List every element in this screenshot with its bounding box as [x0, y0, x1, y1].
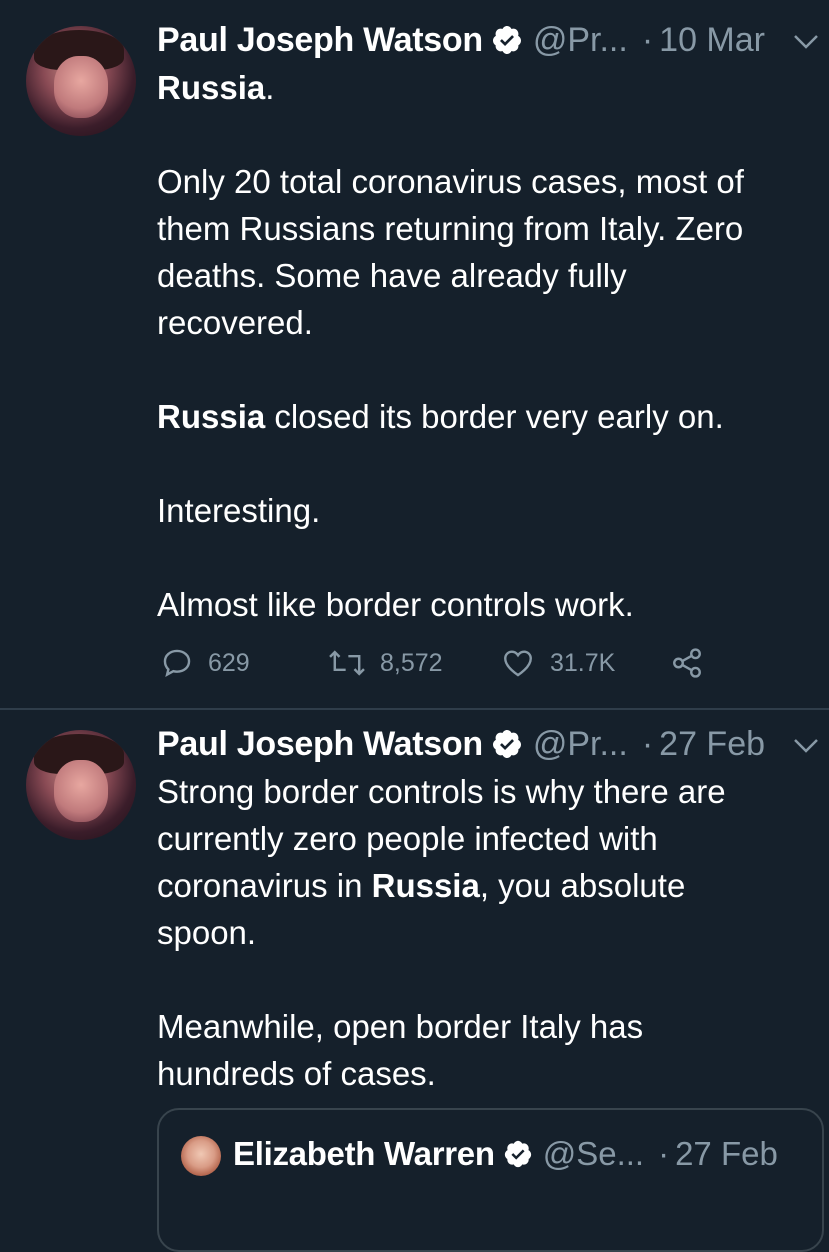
separator: · [641, 724, 654, 763]
author-handle[interactable]: @Pr... [533, 725, 628, 764]
quoted-tweet-header: Elizabeth Warren @Se... · 27 Feb [233, 1132, 778, 1176]
retweet-button[interactable]: 8,572 [328, 646, 443, 680]
separator: · [658, 1135, 670, 1172]
heart-icon [504, 650, 532, 677]
tweet-divider [0, 708, 829, 710]
tweet-text: Russia. Only 20 total coronavirus cases,… [157, 64, 807, 628]
quoted-avatar [181, 1136, 221, 1176]
reply-button[interactable]: 629 [160, 646, 250, 680]
text-line: currently zero people infected with [157, 820, 658, 857]
verified-badge-icon [492, 730, 521, 758]
text-line: spoon. [157, 914, 257, 951]
avatar[interactable] [26, 26, 136, 136]
retweet-count: 8,572 [380, 648, 443, 677]
bold-text: Russia [157, 398, 266, 435]
text-line: Only 20 total coronavirus cases, most of [157, 163, 744, 200]
author-name[interactable]: Paul Joseph Watson [157, 21, 483, 60]
bold-text: Russia [157, 69, 266, 106]
text-line: Strong border controls is why there are [157, 773, 726, 810]
chevron-down-icon[interactable] [792, 32, 820, 52]
share-button[interactable] [670, 646, 718, 680]
reply-count: 629 [208, 648, 250, 677]
text-line: Almost like border controls work. [157, 586, 634, 623]
author-handle[interactable]: @Pr... [533, 21, 628, 60]
reply-icon [163, 649, 191, 677]
text-line: them Russians returning from Italy. Zero [157, 210, 744, 247]
like-button[interactable]: 31.7K [500, 646, 615, 680]
text-line: Meanwhile, open border Italy has [157, 1008, 644, 1045]
verified-badge-icon [492, 26, 521, 54]
text-line: hundreds of cases. [157, 1055, 436, 1092]
quoted-author-name: Elizabeth Warren [233, 1135, 495, 1172]
tweet-date[interactable]: 10 Mar [659, 21, 765, 60]
text-line: recovered. [157, 304, 313, 341]
text-line: deaths. Some have already fully [157, 257, 627, 294]
chevron-down-icon[interactable] [792, 736, 820, 756]
text-line: Interesting. [157, 492, 321, 529]
quoted-tweet[interactable]: Elizabeth Warren @Se... · 27 Feb [157, 1108, 824, 1252]
bold-text: Russia [371, 867, 480, 904]
separator: · [641, 20, 654, 59]
quoted-author-handle: @Se... [542, 1135, 645, 1172]
share-icon [673, 648, 701, 678]
tweet-header: Paul Joseph Watson @Pr... · 10 Mar [157, 18, 765, 62]
avatar[interactable] [26, 730, 136, 840]
retweet-icon [329, 650, 365, 676]
like-count: 31.7K [550, 648, 616, 677]
tweet-date[interactable]: 27 Feb [659, 725, 765, 764]
quoted-tweet-date: 27 Feb [675, 1135, 778, 1172]
tweet-header: Paul Joseph Watson @Pr... · 27 Feb [157, 722, 765, 766]
author-name[interactable]: Paul Joseph Watson [157, 725, 483, 764]
verified-badge-icon [504, 1140, 531, 1168]
tweet-text: Strong border controls is why there are … [157, 768, 807, 1097]
